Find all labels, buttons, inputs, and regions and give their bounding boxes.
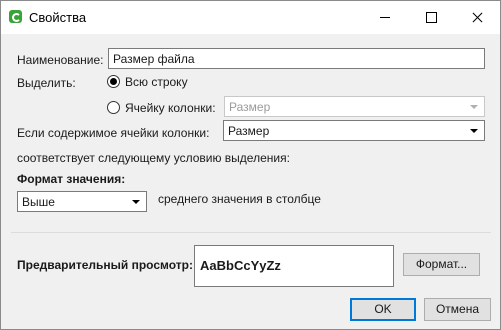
divider bbox=[11, 232, 491, 233]
content-column-select-value: Размер bbox=[228, 124, 270, 138]
title-bar: Свойства bbox=[1, 1, 500, 34]
name-input[interactable]: Размер файла bbox=[108, 48, 485, 69]
column-cell-select-value: Размер bbox=[229, 100, 271, 114]
preview-label: Предварительный просмотр: bbox=[17, 258, 193, 272]
cancel-button[interactable]: Отмена bbox=[424, 298, 491, 321]
column-cell-select: Размер bbox=[224, 96, 485, 117]
chevron-down-icon bbox=[470, 129, 478, 133]
comparison-select-value: Выше bbox=[22, 195, 55, 209]
close-button[interactable] bbox=[454, 1, 500, 34]
properties-dialog: Свойства Наименование: Размер файла Выде… bbox=[0, 0, 501, 330]
name-input-value: Размер файла bbox=[113, 52, 195, 66]
content-column-select[interactable]: Размер bbox=[223, 120, 485, 141]
window-title: Свойства bbox=[29, 10, 87, 25]
app-leaf-icon bbox=[9, 10, 22, 23]
format-button[interactable]: Формат... bbox=[403, 253, 480, 276]
value-format-label: Формат значения: bbox=[17, 172, 126, 186]
chevron-down-icon bbox=[470, 105, 478, 109]
name-label: Наименование: bbox=[17, 53, 104, 67]
maximize-button[interactable] bbox=[408, 1, 454, 34]
highlight-label: Выделить: bbox=[17, 76, 76, 90]
comparison-select[interactable]: Выше bbox=[17, 191, 147, 212]
preview-sample: AaBbCcYyZz bbox=[200, 258, 281, 273]
column-cell-radio-label[interactable]: Ячейку колонки: bbox=[125, 101, 216, 115]
chevron-down-icon bbox=[132, 200, 140, 204]
minimize-button[interactable] bbox=[362, 1, 408, 34]
whole-row-radio[interactable] bbox=[107, 75, 120, 88]
column-cell-radio[interactable] bbox=[107, 101, 120, 114]
comparison-suffix: среднего значения в столбце bbox=[158, 192, 321, 206]
content-label: Если содержимое ячейки колонки: bbox=[17, 126, 210, 140]
whole-row-radio-label[interactable]: Всю строку bbox=[125, 75, 188, 89]
condition-text: соответствует следующему условию выделен… bbox=[17, 151, 290, 165]
ok-button[interactable]: OK bbox=[350, 298, 416, 321]
preview-box: AaBbCcYyZz bbox=[194, 245, 394, 287]
